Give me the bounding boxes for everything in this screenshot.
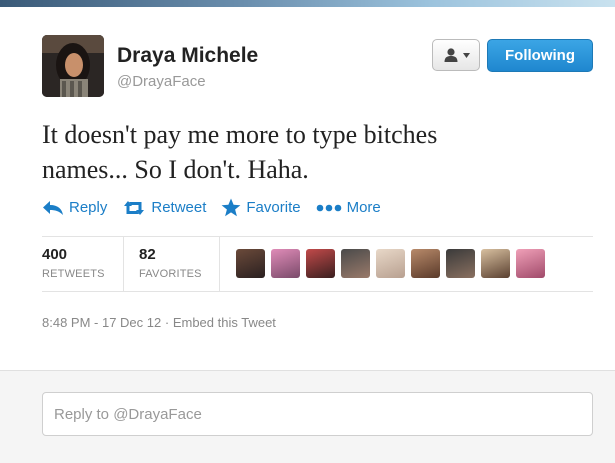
favoriter-avatar[interactable] <box>446 249 475 278</box>
retweet-icon <box>124 200 145 215</box>
tweet-stats: 400 RETWEETS 82 FAVORITES <box>42 236 593 292</box>
favoriter-avatar[interactable] <box>481 249 510 278</box>
meta-separator: · <box>164 315 170 330</box>
following-button[interactable]: Following <box>487 39 593 72</box>
favoriter-avatar[interactable] <box>271 249 300 278</box>
favoriter-avatar[interactable] <box>376 249 405 278</box>
favoriter-avatar[interactable] <box>341 249 370 278</box>
reply-icon <box>43 200 63 215</box>
favoriter-avatar[interactable] <box>411 249 440 278</box>
reply-label: Reply <box>69 199 108 216</box>
user-handle[interactable]: @DrayaFace <box>117 73 206 90</box>
avatar[interactable] <box>42 35 104 97</box>
favoriter-avatar[interactable] <box>306 249 335 278</box>
favoriters-avatars <box>236 249 545 278</box>
embed-tweet-link[interactable]: Embed this Tweet <box>173 315 276 330</box>
retweet-button[interactable]: Retweet <box>122 199 206 216</box>
reply-button[interactable]: Reply <box>42 199 107 216</box>
favorites-label: FAVORITES <box>139 268 202 280</box>
retweets-label: RETWEETS <box>42 268 105 280</box>
retweets-count: 400 <box>42 246 68 263</box>
more-button[interactable]: More <box>316 199 381 216</box>
tweet-text-line-1: It doesn't pay me more to type bitches <box>42 120 438 149</box>
retweets-stat[interactable]: 400 RETWEETS <box>42 237 124 291</box>
favorite-label: Favorite <box>246 199 301 216</box>
top-banner-strip <box>0 0 615 7</box>
favorites-count: 82 <box>139 246 156 263</box>
caret-down-icon <box>462 52 470 58</box>
favoriter-avatar[interactable] <box>516 249 545 278</box>
tweet-meta: 8:48 PM - 17 Dec 12 · Embed this Tweet <box>42 315 276 330</box>
user-display-name[interactable]: Draya Michele <box>117 44 258 68</box>
avatar-image <box>42 35 104 97</box>
favoriter-avatar[interactable] <box>236 249 265 278</box>
tweet-timestamp[interactable]: 8:48 PM - 17 Dec 12 <box>42 315 161 330</box>
tweet-actions: Reply Retweet Favorite More <box>42 198 396 217</box>
star-icon <box>221 198 241 217</box>
person-icon <box>444 48 457 62</box>
more-dots-icon <box>316 204 341 211</box>
reply-area <box>0 370 615 463</box>
more-label: More <box>346 199 381 216</box>
favorite-button[interactable]: Favorite <box>221 198 301 217</box>
user-actions-dropdown[interactable] <box>432 39 480 71</box>
tweet-text-line-2: names... So I don't. Haha. <box>42 155 309 184</box>
retweet-label: Retweet <box>151 199 207 216</box>
favorites-stat[interactable]: 82 FAVORITES <box>124 237 220 291</box>
tweet-text: It doesn't pay me more to type bitches n… <box>42 117 582 187</box>
reply-input[interactable] <box>42 392 593 436</box>
